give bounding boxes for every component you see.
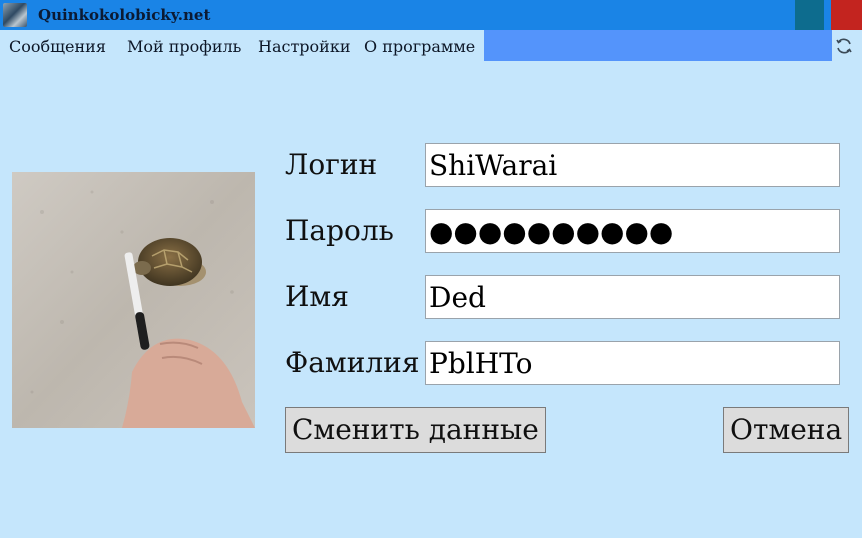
menu-item-settings[interactable]: Настройки (258, 37, 351, 56)
app-icon (3, 3, 27, 27)
refresh-icon[interactable] (834, 36, 854, 56)
menu-item-profile[interactable]: Мой профиль (127, 37, 241, 56)
password-label: Пароль (285, 214, 394, 247)
menu-item-about[interactable]: О программе (364, 37, 475, 56)
menu-bar-fill (484, 30, 832, 61)
surname-field[interactable] (425, 341, 840, 385)
login-field[interactable] (425, 143, 840, 187)
save-changes-button[interactable]: Сменить данные (285, 407, 546, 453)
login-label: Логин (285, 148, 378, 181)
menu-bar: Сообщения Мой профиль Настройки О програ… (0, 30, 862, 61)
name-field[interactable] (425, 275, 840, 319)
menu-item-messages[interactable]: Сообщения (9, 37, 106, 56)
close-button[interactable] (831, 0, 862, 30)
minimize-button[interactable] (795, 0, 824, 30)
name-label: Имя (285, 280, 349, 313)
cancel-button[interactable]: Отмена (723, 407, 850, 453)
surname-label: Фамилия (285, 346, 420, 379)
window-title: Quinkokolobicky.net (38, 6, 211, 24)
password-field[interactable] (425, 209, 840, 253)
title-bar: Quinkokolobicky.net (0, 0, 862, 30)
avatar-image (12, 172, 255, 428)
